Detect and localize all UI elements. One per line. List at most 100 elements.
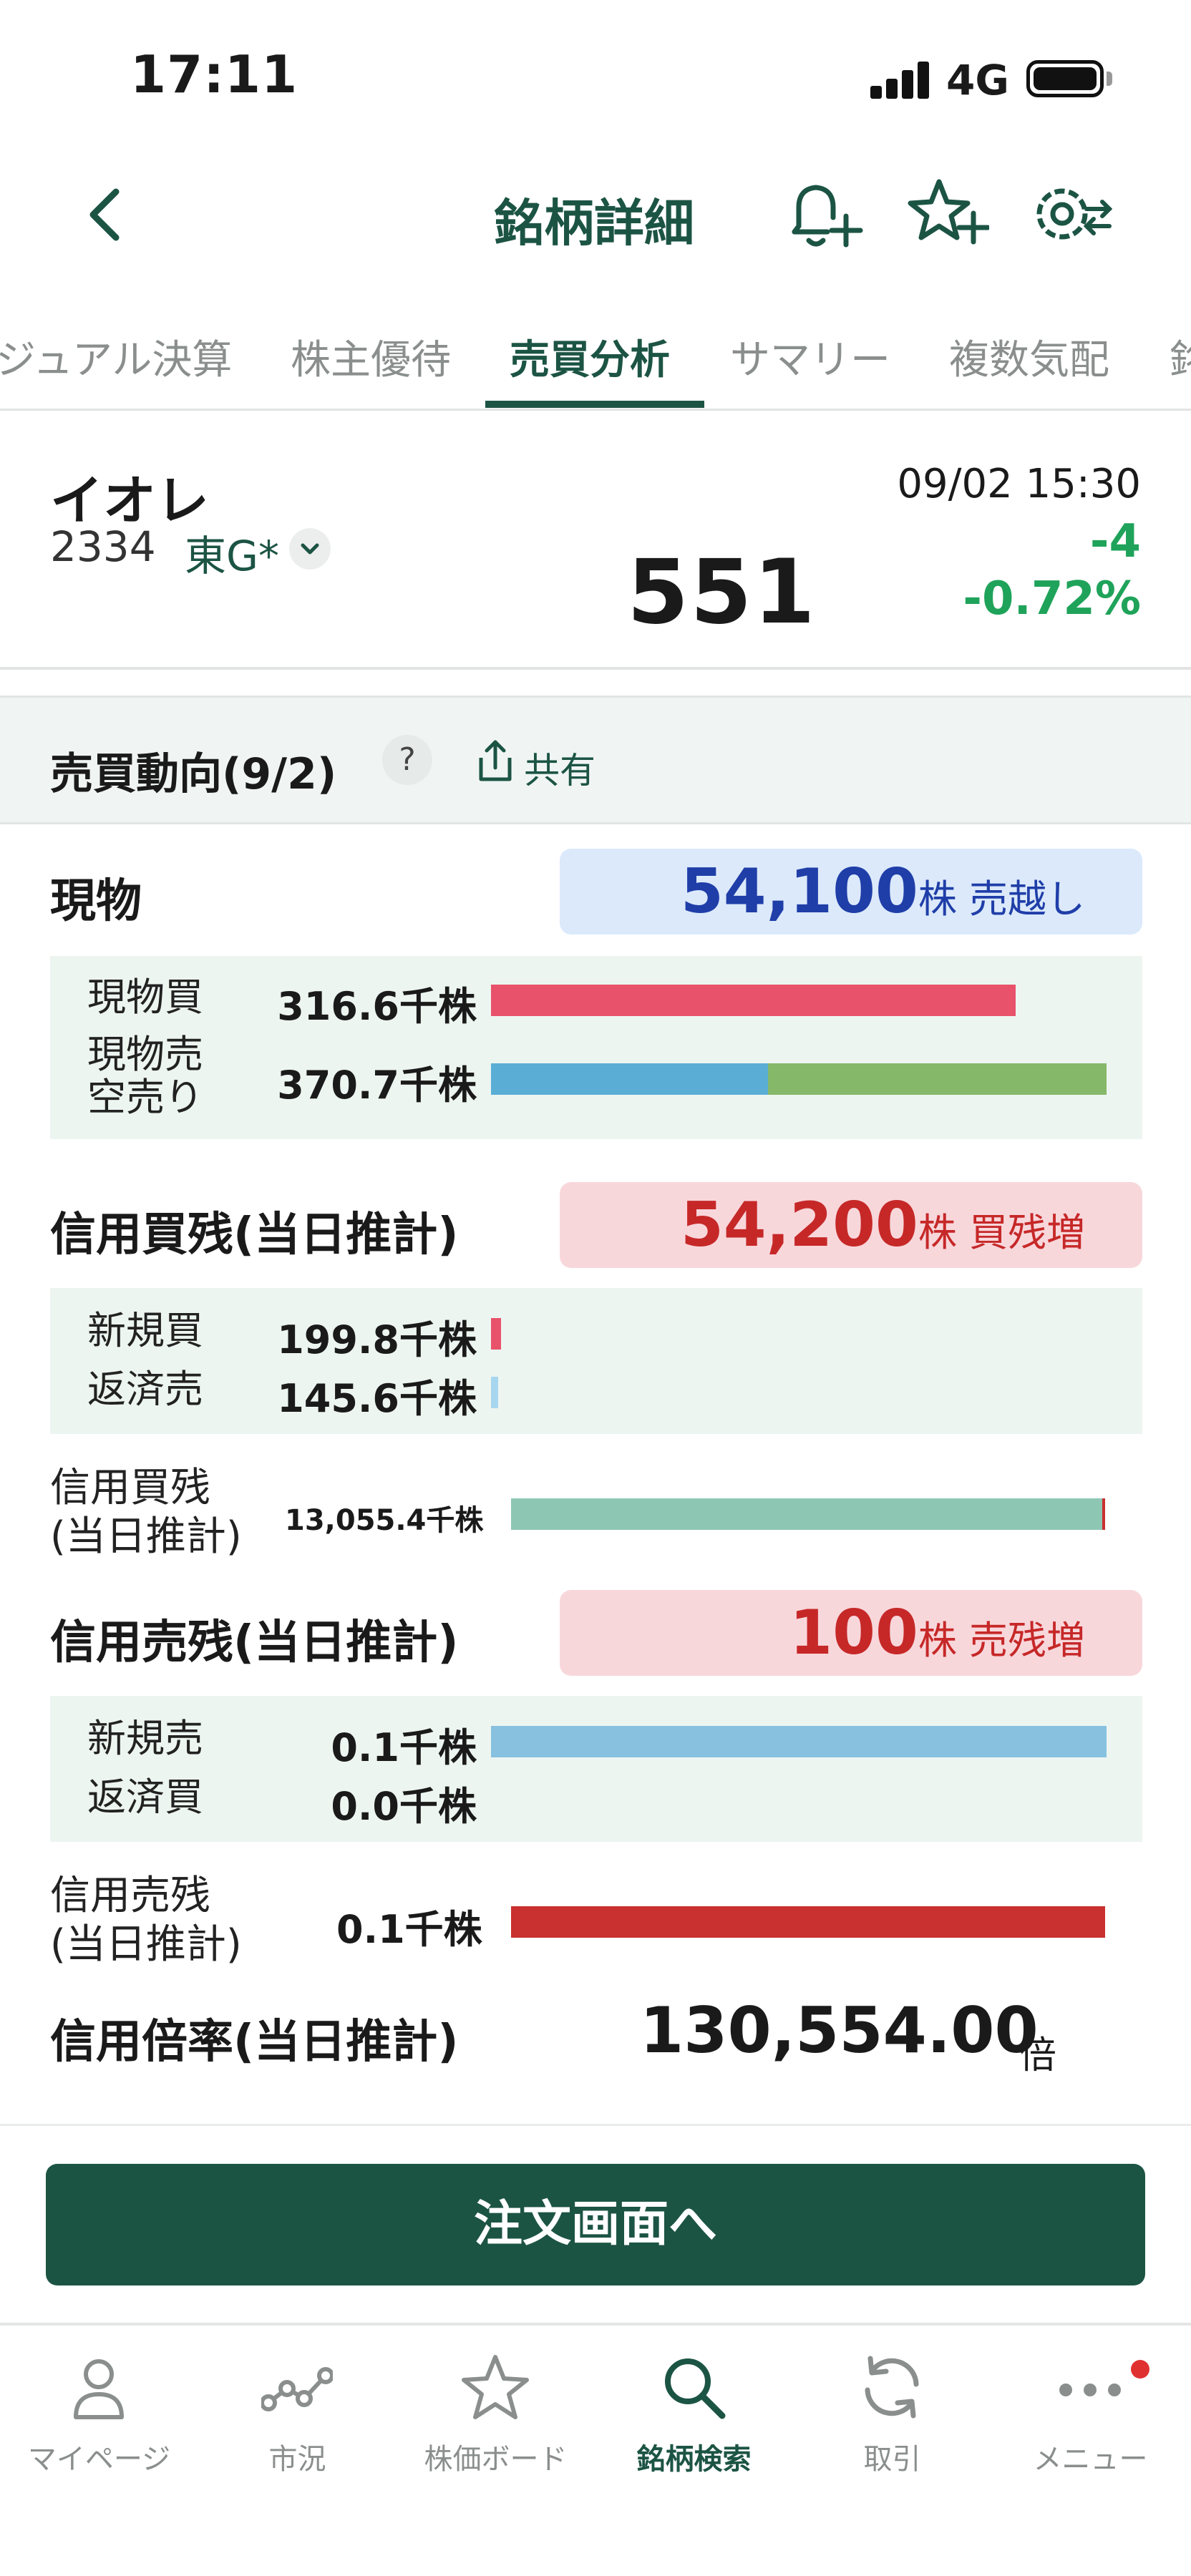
divider: [0, 2124, 1191, 2126]
bell-plus-icon: [792, 185, 863, 248]
tabbar-menu[interactable]: メニュー: [991, 2326, 1190, 2490]
tab-more[interactable]: 銘: [1170, 328, 1191, 386]
new-sell-bar-fill: [491, 1726, 1107, 1757]
repay-buy-value: 0.0千株: [331, 1784, 477, 1829]
tabbar-label: 取引: [863, 2443, 921, 2476]
battery-tip: [1107, 72, 1112, 86]
header: 銘柄詳細: [0, 143, 1191, 279]
price-change: -4: [1089, 515, 1141, 568]
chart-nodes-icon: [261, 2367, 333, 2411]
section-title: 売買動向(9/2): [50, 749, 337, 799]
new-buy-bar-fill: [491, 1318, 501, 1350]
market-dropdown[interactable]: [289, 528, 331, 570]
back-button[interactable]: [72, 179, 143, 250]
spot-sell-label: 現物売: [87, 1032, 203, 1077]
share-label: 共有: [524, 750, 596, 791]
spot-net-pill: 54,100株 売越し: [560, 849, 1142, 935]
settings-button[interactable]: [1026, 175, 1113, 253]
margin-sell-balance-bar-fill: [511, 1906, 1105, 1938]
spot-sell-bar: [491, 1063, 1107, 1095]
help-button[interactable]: ?: [382, 735, 432, 785]
gear-swap-icon: [1036, 188, 1113, 240]
margin-sell-balance-sublabel: (当日推計): [50, 1921, 242, 1968]
person-icon: [74, 2359, 124, 2419]
short-sell-bar-fill: [768, 1063, 1107, 1095]
market-label: 東G*: [185, 532, 279, 580]
signal-icon: [870, 62, 930, 99]
margin-buy-net-value: 54,200: [680, 1189, 918, 1261]
tab-trading-analysis[interactable]: 売買分析: [510, 328, 670, 386]
tabbar-market[interactable]: 市況: [198, 2326, 397, 2490]
price-change-percent: -0.72%: [963, 572, 1141, 625]
tab-shareholder-benefits[interactable]: 株主優待: [291, 328, 451, 386]
tabbar-stock-board[interactable]: 株価ボード: [397, 2326, 595, 2490]
margin-sell-balance-bar: [511, 1906, 1105, 1938]
margin-buy-net-pill: 54,200株 買残増: [560, 1182, 1142, 1268]
spot-net-unit: 株: [918, 877, 957, 922]
tabbar-mypage[interactable]: マイページ: [0, 2326, 198, 2490]
repay-buy-label: 返済買: [87, 1775, 203, 1820]
margin-ratio-label: 信用倍率(当日推計): [50, 2016, 459, 2069]
spot-buy-bar-fill: [491, 985, 1016, 1016]
spot-buy-value: 316.6千株: [277, 984, 477, 1029]
page-title: 銘柄詳細: [494, 194, 694, 253]
tab-summary[interactable]: サマリー: [730, 328, 890, 386]
margin-sell-panel: 新規売 0.1千株 返済買 0.0千株: [50, 1696, 1142, 1842]
spot-panel: 現物買 316.6千株 現物売 空売り 370.7千株: [50, 956, 1142, 1139]
search-icon: [665, 2358, 726, 2419]
favorite-add-button[interactable]: [903, 175, 991, 253]
margin-sell-net-pill: 100株 売残増: [560, 1590, 1142, 1676]
new-sell-value: 0.1千株: [331, 1725, 477, 1770]
trading-trend-header: 売買動向(9/2) ? 共有: [0, 696, 1191, 824]
bottom-tab-bar: マイページ 市況 株価ボード 銘柄検索 取引 メニュー: [0, 2323, 1191, 2576]
battery-icon: [1026, 60, 1104, 97]
tab-strip: ジュアル決算 株主優待 売買分析 サマリー 複数気配 銘: [0, 308, 1191, 411]
more-dots-icon: [1059, 2384, 1121, 2396]
alert-add-button[interactable]: [777, 175, 863, 253]
tab-visual-earnings[interactable]: ジュアル決算: [0, 328, 232, 386]
share-button[interactable]: 共有: [472, 736, 616, 791]
price-timestamp: 09/02 15:30: [897, 461, 1141, 507]
share-icon: [479, 740, 512, 781]
margin-sell-net-status: 売残増: [969, 1618, 1085, 1663]
tabbar-trade[interactable]: 取引: [793, 2326, 991, 2490]
divider: [0, 667, 1191, 670]
new-sell-label: 新規売: [87, 1716, 203, 1761]
repay-sell-label: 返済売: [87, 1367, 203, 1412]
margin-buy-balance-label: 信用買残: [50, 1465, 210, 1511]
spot-label: 現物: [50, 875, 142, 928]
repay-sell-bar: [491, 1377, 498, 1408]
repay-sell-bar-fill: [491, 1377, 498, 1408]
spot-net-value: 54,100: [680, 856, 918, 927]
star-outline-icon: [462, 2355, 529, 2419]
spot-sell-value: 370.7千株: [277, 1063, 477, 1108]
status-time: 17:11: [130, 44, 298, 104]
stock-code: 2334: [50, 522, 156, 571]
new-buy-value: 199.8千株: [277, 1317, 477, 1362]
margin-buy-balance-sublabel: (当日推計): [50, 1513, 242, 1560]
new-buy-label: 新規買: [87, 1308, 203, 1353]
status-bar: 17:11 4G: [0, 0, 1191, 143]
repay-sell-value: 145.6千株: [277, 1376, 477, 1421]
tabbar-label: マイページ: [27, 2443, 171, 2476]
margin-sell-label: 信用売残(当日推計): [50, 1616, 459, 1669]
notification-badge: [1131, 2360, 1149, 2379]
margin-sell-balance-label: 信用売残: [50, 1873, 210, 1919]
tab-depth-quotes[interactable]: 複数気配: [949, 328, 1109, 386]
chevron-down-icon: [301, 543, 319, 555]
spot-net-status: 売越し: [969, 877, 1085, 922]
tabbar-stock-search[interactable]: 銘柄検索: [595, 2326, 793, 2490]
margin-ratio-value: 130,554.00: [640, 1994, 1039, 2067]
refresh-icon: [865, 2356, 919, 2419]
margin-buy-balance-value: 13,055.4千株: [285, 1504, 484, 1537]
margin-buy-net-status: 買残増: [969, 1210, 1085, 1255]
short-sell-label: 空売り: [87, 1075, 203, 1120]
star-plus-icon: [908, 179, 991, 245]
spot-buy-bar: [491, 985, 1107, 1016]
tabbar-label: 市況: [268, 2443, 326, 2476]
margin-buy-label: 信用買残(当日推計): [50, 1209, 459, 1262]
margin-buy-balance-bar: [511, 1498, 1105, 1530]
margin-sell-net-unit: 株: [918, 1618, 957, 1663]
margin-sell-balance-value: 0.1千株: [336, 1907, 482, 1952]
order-screen-button[interactable]: 注文画面へ: [46, 2164, 1145, 2285]
